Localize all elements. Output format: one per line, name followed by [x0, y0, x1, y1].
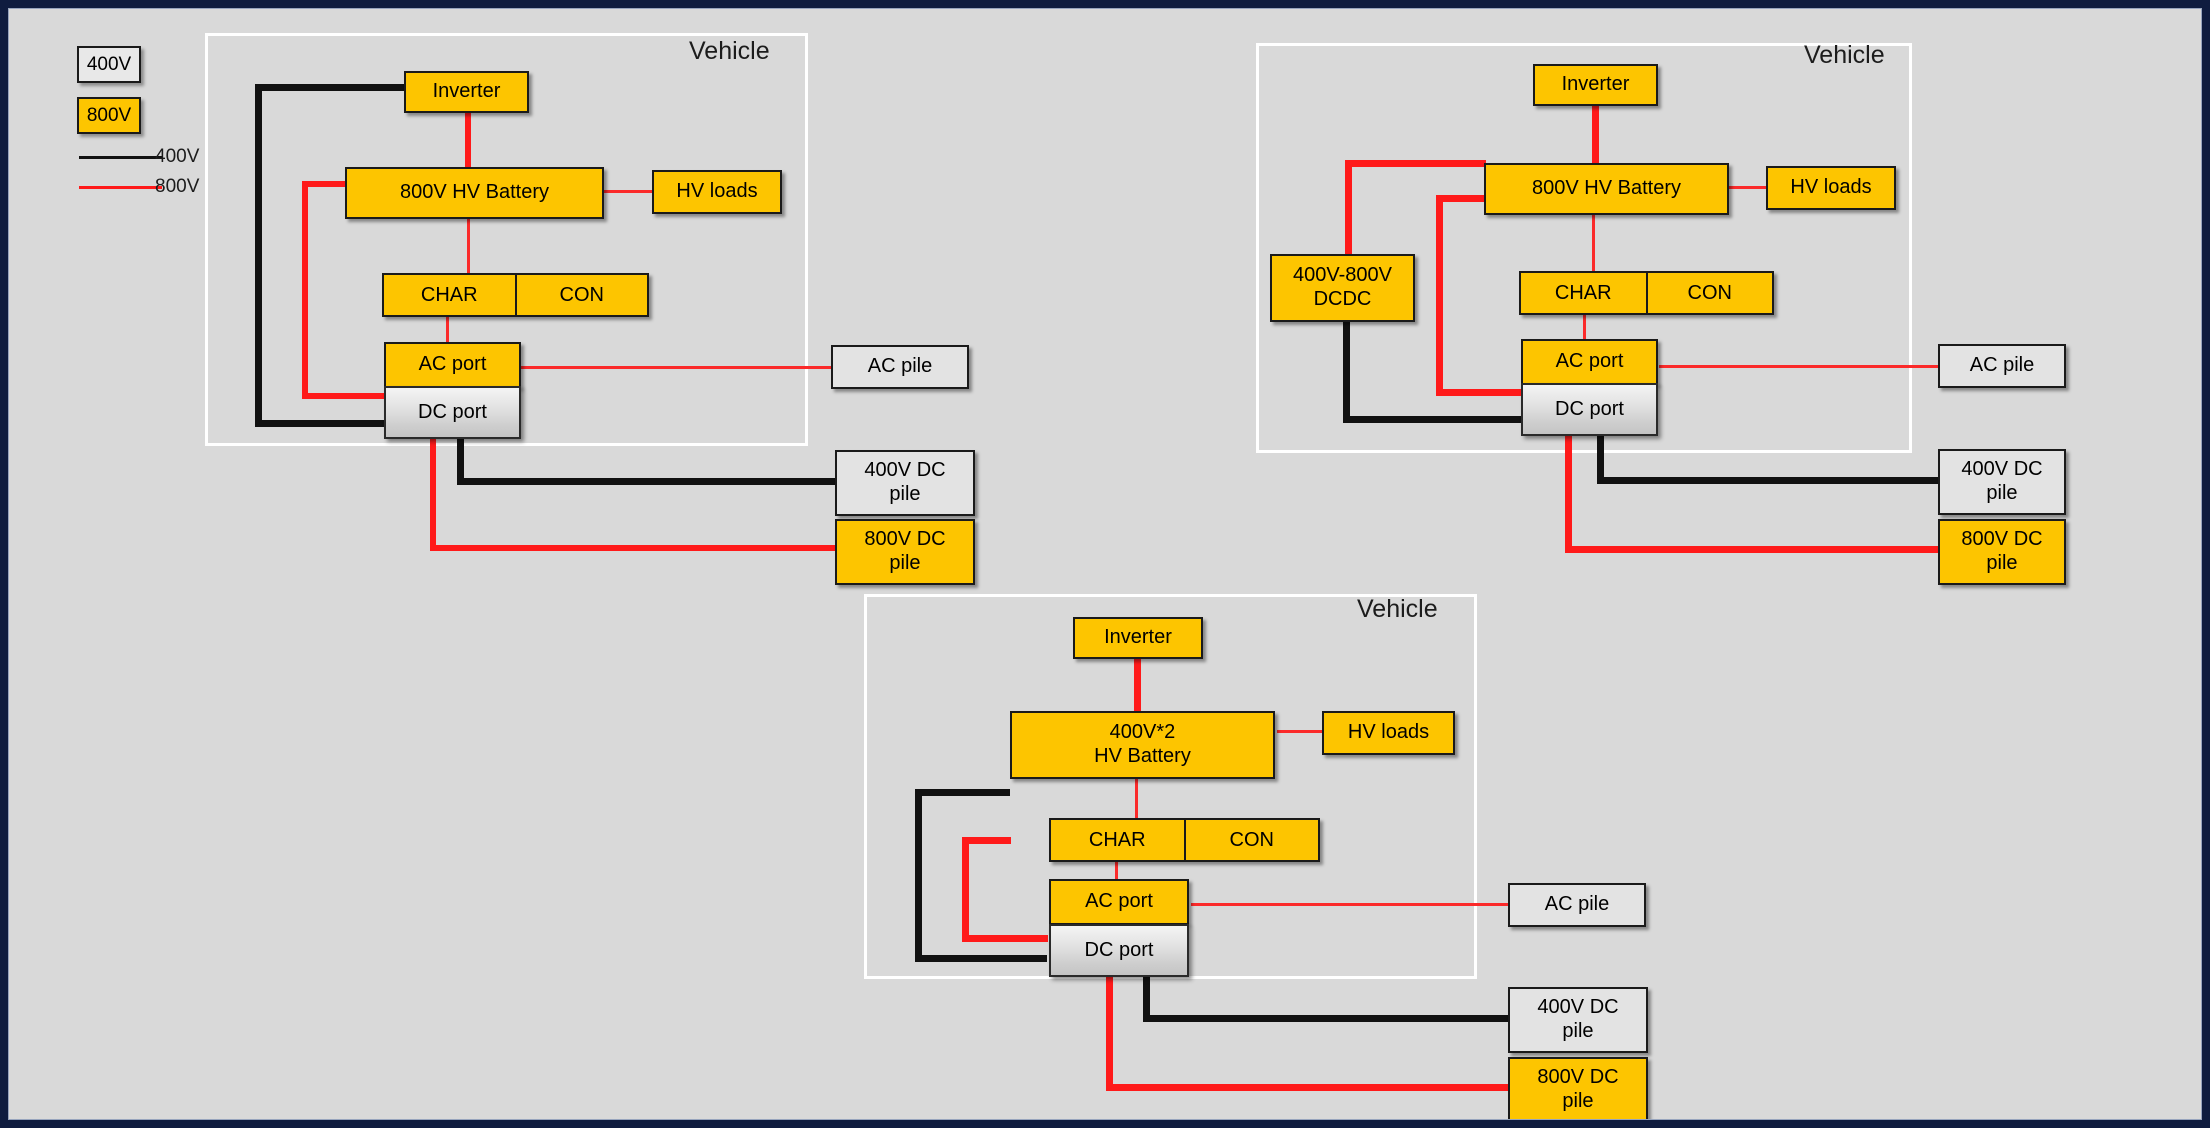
diagram-1-wire-inverter-battery — [465, 109, 471, 169]
diagram-2-node-800v-dc-pile[interactable]: 800V DC pile — [1938, 519, 2066, 585]
diagram-2-wire-800v-batt-dcdc-v — [1345, 160, 1352, 255]
diagram-3-wire-dcport-800pile-v — [1106, 974, 1113, 1091]
diagram-1-node-dc-port[interactable]: DC port — [384, 386, 521, 439]
diagram-1-node-char[interactable]: CHAR — [384, 275, 515, 315]
diagram-3-wire-400v-v-left — [915, 789, 922, 962]
diagram-1-wire-800v-h-batt — [302, 181, 349, 187]
diagram-2-node-con[interactable]: CON — [1645, 273, 1773, 313]
diagram-1-wire-800v-v-left — [302, 181, 308, 399]
diagram-2-wire-800v-batt-dcport-h1 — [1436, 195, 1486, 202]
diagram-3-vehicle-label: Vehicle — [1357, 595, 1438, 623]
diagram-1-wire-400v-h-top — [255, 84, 404, 91]
diagram-2-wire-battery-char — [1592, 213, 1595, 273]
diagram-2-wire-800v-batt-dcport-h2 — [1436, 389, 1522, 396]
diagram-canvas: 400V 800V 400V 800V Vehicle Inverter 800… — [8, 8, 2202, 1120]
diagram-2-wire-battery-hvloads — [1729, 186, 1767, 189]
diagram-2-node-inverter[interactable]: Inverter — [1533, 64, 1658, 106]
diagram-2-node-dcdc[interactable]: 400V-800V DCDC — [1270, 254, 1415, 322]
diagram-1-node-ac-pile[interactable]: AC pile — [831, 345, 969, 389]
diagram-2-wire-dcport-800pile-h — [1565, 546, 1938, 553]
diagram-3-wire-dcport-800pile-h — [1106, 1084, 1510, 1091]
diagram-1-node-char-con[interactable]: CHAR CON — [382, 273, 649, 317]
diagram-3-wire-400v-h-bottom — [915, 955, 1047, 962]
legend-line-400v-label: 400V — [155, 146, 200, 167]
diagram-1-wire-800v-h-dcport — [302, 393, 385, 399]
diagram-1-wire-400v-h-bottom — [255, 420, 385, 427]
diagram-3-node-battery[interactable]: 400V*2 HV Battery — [1010, 711, 1275, 779]
diagram-2-node-dc-port[interactable]: DC port — [1521, 383, 1658, 436]
diagram-1-wire-battery-char — [467, 216, 470, 276]
legend-chip-800v: 800V — [77, 97, 141, 134]
diagram-1-vehicle-label: Vehicle — [689, 37, 770, 65]
legend-line-800v-label: 800V — [155, 176, 200, 197]
diagram-2-wire-800v-batt-dcdc-h — [1345, 160, 1486, 167]
diagram-1-node-battery[interactable]: 800V HV Battery — [345, 167, 604, 219]
diagram-2-wire-acport-acpile — [1659, 365, 1939, 368]
diagram-1-node-con[interactable]: CON — [514, 275, 648, 315]
diagram-1-node-inverter[interactable]: Inverter — [404, 71, 529, 113]
diagram-3-node-dc-port[interactable]: DC port — [1049, 924, 1189, 977]
diagram-2-wire-400v-dcdc-dcport-h — [1343, 416, 1523, 423]
diagram-3-wire-800v-h-dcport — [962, 935, 1048, 942]
diagram-3-node-char-con[interactable]: CHAR CON — [1049, 818, 1320, 862]
diagram-3-node-char[interactable]: CHAR — [1051, 820, 1184, 860]
diagram-2-wire-inverter-battery — [1592, 105, 1599, 163]
diagram-2-node-char-con[interactable]: CHAR CON — [1519, 271, 1774, 315]
diagram-2-node-400v-dc-pile[interactable]: 400V DC pile — [1938, 449, 2066, 515]
diagram-3-wire-battery-hvloads — [1277, 730, 1322, 733]
legend-line-400v-swatch — [79, 156, 162, 159]
diagram-3-node-ac-port[interactable]: AC port — [1049, 879, 1189, 925]
diagram-3-wire-dcport-400pile-h — [1143, 1015, 1510, 1022]
diagram-3-wire-inverter-battery — [1134, 657, 1141, 715]
diagram-3-node-400v-dc-pile[interactable]: 400V DC pile — [1508, 987, 1648, 1053]
diagram-3-node-hv-loads[interactable]: HV loads — [1322, 711, 1455, 755]
diagram-2-node-ac-pile[interactable]: AC pile — [1938, 344, 2066, 388]
diagram-2-wire-dcport-800pile-v — [1565, 435, 1572, 553]
diagram-2-wire-400v-dcdc-dcport-v — [1343, 319, 1350, 423]
legend-chip-400v: 400V — [77, 46, 141, 83]
diagram-1-wire-dcport-400pile-h — [457, 478, 840, 485]
diagram-3-wire-800v-v-left — [962, 837, 969, 941]
diagram-2-node-ac-port[interactable]: AC port — [1521, 339, 1658, 385]
diagram-2-vehicle-label: Vehicle — [1804, 41, 1885, 69]
diagram-3-node-con[interactable]: CON — [1183, 820, 1319, 860]
diagram-1-wire-char-acport — [446, 315, 449, 343]
diagram-1-node-800v-dc-pile[interactable]: 800V DC pile — [835, 519, 975, 585]
diagram-1-wire-dcport-800pile-h — [430, 545, 840, 551]
diagram-2-wire-dcport-400pile-h — [1597, 477, 1938, 484]
diagram-2-wire-800v-batt-dcport-v — [1436, 195, 1443, 395]
diagram-2-wire-char-acport — [1583, 312, 1586, 340]
diagram-1-node-hv-loads[interactable]: HV loads — [652, 170, 782, 214]
diagram-1-wire-acport-acpile — [521, 366, 831, 369]
diagram-2-node-char[interactable]: CHAR — [1521, 273, 1646, 313]
diagram-3-node-ac-pile[interactable]: AC pile — [1508, 883, 1646, 927]
legend-line-800v-swatch — [79, 186, 162, 189]
diagram-3-node-800v-dc-pile[interactable]: 800V DC pile — [1508, 1057, 1648, 1119]
diagram-3-node-inverter[interactable]: Inverter — [1073, 617, 1203, 659]
diagram-1-wire-400v-v-left — [255, 84, 262, 427]
diagram-2-node-hv-loads[interactable]: HV loads — [1766, 166, 1896, 210]
diagram-3-wire-800v-h-batt — [962, 837, 1011, 844]
diagram-1-wire-dcport-800pile-v — [430, 437, 436, 551]
diagram-2-node-battery[interactable]: 800V HV Battery — [1484, 163, 1729, 215]
diagram-1-node-400v-dc-pile[interactable]: 400V DC pile — [835, 450, 975, 516]
diagram-1-node-ac-port[interactable]: AC port — [384, 342, 521, 388]
diagram-3-wire-acport-acpile — [1191, 903, 1508, 906]
diagram-3-wire-400v-h-top — [915, 789, 1010, 796]
diagram-1-wire-battery-hvloads — [604, 190, 654, 193]
